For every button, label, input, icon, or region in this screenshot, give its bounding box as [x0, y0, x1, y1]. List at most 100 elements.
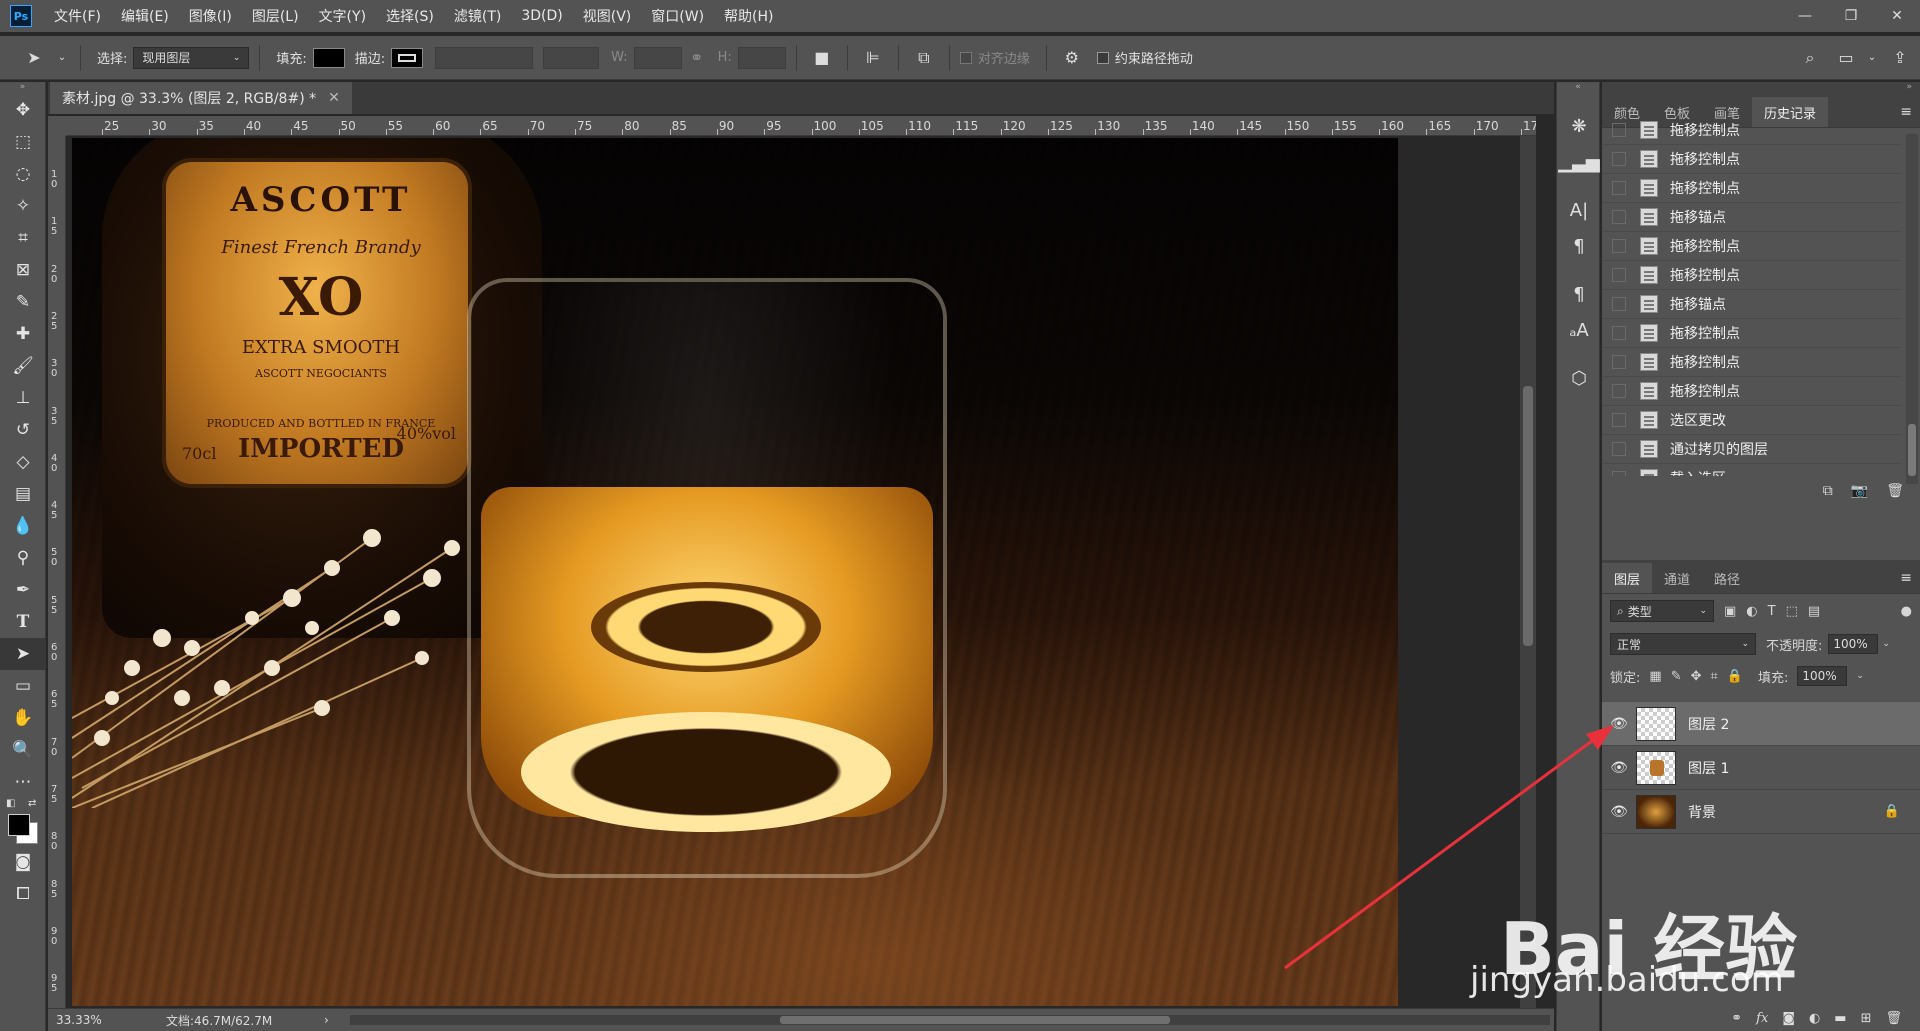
history-brush-source-checkbox[interactable] [1612, 268, 1626, 282]
share-icon[interactable]: ⇪ [1880, 48, 1920, 67]
link-icon[interactable]: ⚭ [682, 48, 712, 67]
link-layers-icon[interactable]: ⚭ [1731, 1011, 1742, 1026]
history-item[interactable]: 拖移控制点 [1602, 319, 1902, 348]
stroke-width-input[interactable] [435, 46, 534, 69]
path-select-tool-icon[interactable]: ➤ [14, 48, 54, 67]
hand-tool-icon[interactable]: ✋ [0, 702, 46, 734]
layer-row[interactable]: 👁 图层 2 [1602, 702, 1920, 746]
layer-filter-dropdown[interactable]: ⌕ 类型 ⌄ [1610, 600, 1714, 622]
gear-icon[interactable]: ⚙ [1057, 48, 1087, 67]
path-arrangement-icon[interactable]: ⧉ [909, 48, 939, 68]
zoom-level[interactable]: 33.33% [56, 1013, 136, 1027]
layer-style-icon[interactable]: fx [1756, 1011, 1768, 1026]
canvas-horizontal-scroll-thumb[interactable] [780, 1016, 1170, 1024]
eye-icon[interactable]: 👁 [1602, 760, 1636, 776]
menu-type[interactable]: 文字(Y) [319, 6, 366, 26]
menu-help[interactable]: 帮助(H) [724, 6, 773, 26]
adjustment-filter-icon[interactable]: ◐ [1746, 604, 1757, 619]
healing-brush-tool-icon[interactable]: ✚ [0, 318, 46, 350]
eraser-tool-icon[interactable]: ◇ [0, 446, 46, 478]
height-input[interactable] [737, 46, 786, 69]
history-brush-tool-icon[interactable]: ↺ [0, 414, 46, 446]
history-brush-source-checkbox[interactable] [1612, 181, 1626, 195]
history-scrollbar[interactable] [1906, 134, 1918, 484]
history-scroll-thumb[interactable] [1908, 424, 1916, 476]
lock-all-icon[interactable]: 🔒 [1727, 669, 1743, 684]
3d-panel-icon[interactable]: ⬡ [1557, 360, 1601, 396]
pixel-filter-icon[interactable]: ▣ [1724, 604, 1736, 619]
menu-view[interactable]: 视图(V) [583, 6, 632, 26]
history-item[interactable]: 拖移控制点 [1602, 174, 1902, 203]
color-swatches[interactable]: ◧ ⇄ [0, 798, 46, 846]
history-brush-source-checkbox[interactable] [1612, 384, 1626, 398]
trash-icon[interactable]: 🗑 [1886, 483, 1904, 499]
stroke-swatch[interactable] [391, 47, 424, 68]
canvas-horizontal-scrollbar[interactable] [350, 1015, 1550, 1025]
new-document-from-state-icon[interactable]: ⧉ [1823, 483, 1833, 499]
tool-preset-chevron-icon[interactable]: ⌄ [54, 52, 70, 63]
history-item[interactable]: 拖移控制点 [1602, 145, 1902, 174]
zoom-tool-icon[interactable]: 🔍 [0, 734, 46, 766]
history-brush-source-checkbox[interactable] [1612, 210, 1626, 224]
history-brush-source-checkbox[interactable] [1612, 123, 1626, 137]
stroke-type-dropdown[interactable] [543, 46, 600, 69]
layer-row[interactable]: 👁 背景 🔒 [1602, 790, 1920, 834]
swap-colors-icon[interactable]: ⇄ [28, 798, 36, 809]
new-layer-icon[interactable]: ⊞ [1861, 1011, 1872, 1026]
history-brush-source-checkbox[interactable] [1612, 471, 1626, 476]
brush-tool-icon[interactable]: 🖌 [0, 350, 46, 382]
menu-edit[interactable]: 编辑(E) [121, 6, 169, 26]
history-brush-source-checkbox[interactable] [1612, 355, 1626, 369]
history-item[interactable]: 拖移锚点 [1602, 203, 1902, 232]
history-item[interactable]: 拖移锚点 [1602, 290, 1902, 319]
collapse-panels-icon[interactable]: » [1602, 82, 1920, 94]
lock-pixels-icon[interactable]: ✎ [1671, 669, 1682, 684]
close-window-button[interactable]: ✕ [1874, 0, 1920, 32]
history-brush-source-checkbox[interactable] [1612, 297, 1626, 311]
quick-mask-icon[interactable]: ◙ [0, 846, 46, 878]
panel-menu-icon[interactable]: ≡ [1900, 97, 1912, 127]
search-icon[interactable]: ⌕ [1792, 48, 1828, 68]
frame-tool-icon[interactable]: ⊠ [0, 254, 46, 286]
smart-object-filter-icon[interactable]: ▤ [1808, 604, 1820, 619]
canvas-vertical-scroll-thumb[interactable] [1523, 386, 1533, 646]
close-icon[interactable]: ✕ [328, 90, 340, 106]
layers-menu-icon[interactable]: ≡ [1900, 563, 1912, 593]
filter-toggle-icon[interactable]: ● [1901, 604, 1912, 619]
lasso-tool-icon[interactable]: ◌ [0, 158, 46, 190]
character-styles-icon[interactable]: ₐA [1557, 312, 1601, 348]
screen-mode-icon[interactable]: ⧠ [0, 878, 46, 910]
more-tools-icon[interactable]: ⋯ [0, 766, 46, 798]
menu-select[interactable]: 选择(S) [386, 6, 434, 26]
menu-layer[interactable]: 图层(L) [252, 6, 299, 26]
lock-artboard-icon[interactable]: ⌗ [1711, 669, 1718, 684]
adjustment-layer-icon[interactable]: ◐ [1809, 1011, 1820, 1026]
restore-button[interactable]: ❐ [1828, 0, 1874, 32]
document-image[interactable]: ASCOTT Finest French Brandy XO EXTRA SMO… [72, 138, 1398, 1006]
path-selection-tool-icon[interactable]: ➤ [0, 638, 46, 670]
type-filter-icon[interactable]: T [1768, 604, 1776, 619]
menu-file[interactable]: 文件(F) [54, 6, 101, 26]
lock-position-icon[interactable]: ✥ [1691, 669, 1702, 684]
canvas-area[interactable]: ASCOTT Finest French Brandy XO EXTRA SMO… [66, 136, 1536, 1008]
paragraph-panel-icon[interactable]: ¶ [1557, 228, 1601, 264]
history-item[interactable]: 拖移控制点 [1602, 261, 1902, 290]
gradient-tool-icon[interactable]: ▤ [0, 478, 46, 510]
paragraph-styles-icon[interactable]: ¶ [1557, 276, 1601, 312]
adjustments-icon[interactable]: ❋ [1557, 108, 1601, 144]
tab-channels[interactable]: 通道 [1652, 563, 1702, 593]
menu-image[interactable]: 图像(I) [189, 6, 232, 26]
fill-input[interactable]: 100% [1797, 666, 1848, 686]
history-item[interactable]: 拖移控制点 [1602, 348, 1902, 377]
history-brush-source-checkbox[interactable] [1612, 152, 1626, 166]
tab-paths[interactable]: 路径 [1702, 563, 1752, 593]
minimize-button[interactable]: — [1782, 0, 1828, 32]
dodge-tool-icon[interactable]: ⚲ [0, 542, 46, 574]
new-group-icon[interactable]: ▬ [1834, 1011, 1846, 1026]
path-alignment-icon[interactable]: ⊫ [858, 48, 888, 67]
layer-row[interactable]: 👁 图层 1 [1602, 746, 1920, 790]
type-tool-icon[interactable]: T [0, 606, 46, 638]
menu-3d[interactable]: 3D(D) [521, 8, 562, 24]
rectangle-tool-icon[interactable]: ▭ [0, 670, 46, 702]
add-mask-icon[interactable]: ◙ [1782, 1011, 1795, 1026]
